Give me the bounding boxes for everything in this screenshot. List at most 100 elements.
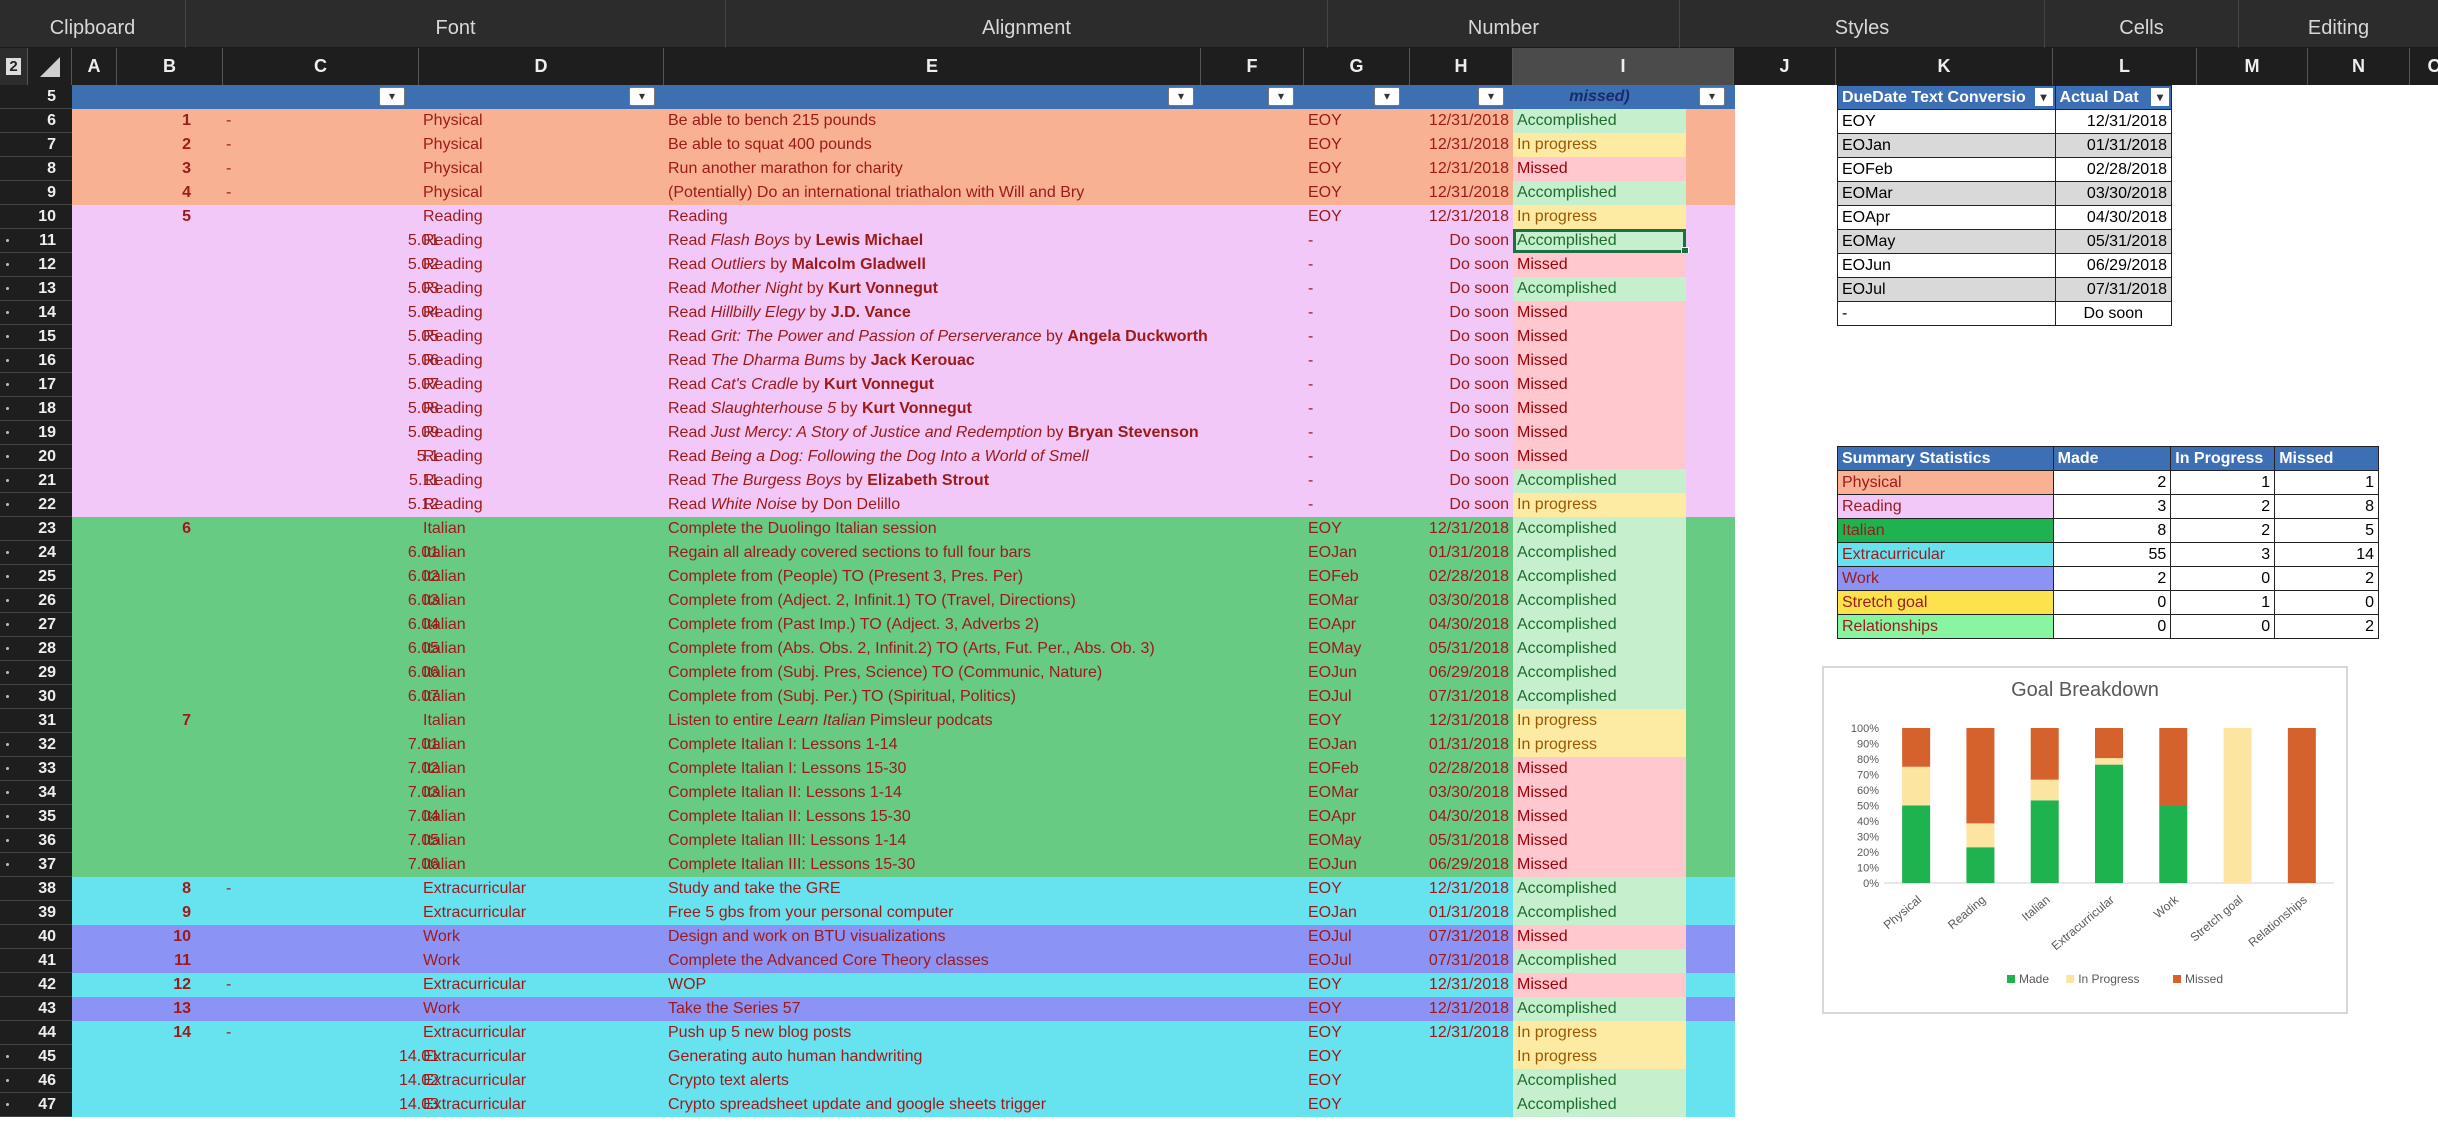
due-date-cell[interactable]: Do soon xyxy=(1410,349,1513,373)
column-header-i[interactable]: I xyxy=(1513,48,1734,85)
duedate-cell[interactable]: 01/31/2018 xyxy=(2054,133,2173,158)
row-header[interactable]: 25 xyxy=(0,565,72,589)
goal-number-cell[interactable]: 12 xyxy=(117,973,195,997)
goal-number-cell[interactable] xyxy=(117,829,195,853)
goal-description-cell[interactable]: Read Slaughterhouse 5 by Kurt Vonnegut xyxy=(664,397,1304,421)
status-cell[interactable]: Missed xyxy=(1513,397,1686,421)
row-header[interactable]: 21 xyxy=(0,469,72,493)
goal-number-cell[interactable] xyxy=(117,853,195,877)
select-all-corner[interactable] xyxy=(28,48,72,85)
row-header[interactable]: 15 xyxy=(0,325,72,349)
row-header[interactable]: 36 xyxy=(0,829,72,853)
due-code-cell[interactable]: EOY xyxy=(1304,157,1410,181)
row-header[interactable]: 45 xyxy=(0,1045,72,1069)
goal-description-cell[interactable]: Design and work on BTU visualizations xyxy=(664,925,1304,949)
due-date-cell[interactable]: 06/29/2018 xyxy=(1410,661,1513,685)
category-cell[interactable]: Extracurricular xyxy=(419,1045,664,1069)
goal-description-cell[interactable]: Read The Burgess Boys by Elizabeth Strou… xyxy=(664,469,1304,493)
goal-number-cell[interactable]: 10 xyxy=(117,925,195,949)
row-header[interactable]: 7 xyxy=(0,133,72,157)
summary-header-cell[interactable]: Summary Statistics xyxy=(1837,446,2054,471)
row-header[interactable]: 8 xyxy=(0,157,72,181)
goal-description-cell[interactable]: Be able to squat 400 pounds xyxy=(664,133,1304,157)
goal-number-cell[interactable] xyxy=(117,229,195,253)
goal-number-cell[interactable] xyxy=(117,613,195,637)
due-code-cell[interactable]: EOApr xyxy=(1304,805,1410,829)
duedate-cell[interactable]: 05/31/2018 xyxy=(2054,229,2173,254)
goal-description-cell[interactable]: Read Being a Dog: Following the Dog Into… xyxy=(664,445,1304,469)
goal-number-cell[interactable] xyxy=(117,421,195,445)
goal-number-cell[interactable] xyxy=(117,1069,195,1093)
goal-description-cell[interactable]: Free 5 gbs from your personal computer xyxy=(664,901,1304,925)
category-cell[interactable]: Italian xyxy=(419,613,664,637)
subgoal-number-cell[interactable] xyxy=(223,949,443,973)
filter-dropdown-icon[interactable]: ▾ xyxy=(1168,87,1194,106)
column-header-c[interactable]: C xyxy=(223,48,419,85)
goal-description-cell[interactable]: Complete from (Subj. Pres, Science) TO (… xyxy=(664,661,1304,685)
filter-dropdown-icon[interactable]: ▾ xyxy=(1478,87,1504,106)
due-code-cell[interactable]: - xyxy=(1304,445,1410,469)
due-date-cell[interactable] xyxy=(1410,1045,1513,1069)
category-cell[interactable]: Italian xyxy=(419,829,664,853)
subgoal-number-cell[interactable]: 7.06 xyxy=(223,853,443,877)
subgoal-number-cell[interactable] xyxy=(223,1021,443,1045)
status-cell[interactable]: Accomplished xyxy=(1513,517,1686,541)
category-cell[interactable]: Reading xyxy=(419,469,664,493)
due-date-cell[interactable]: 05/31/2018 xyxy=(1410,637,1513,661)
status-cell[interactable]: In progress xyxy=(1513,133,1686,157)
summary-value-cell[interactable]: 2 xyxy=(2052,566,2172,591)
row-header[interactable]: 16 xyxy=(0,349,72,373)
category-cell[interactable]: Physical xyxy=(419,133,664,157)
goal-description-cell[interactable]: Complete Italian I: Lessons 1-14 xyxy=(664,733,1304,757)
goal-number-cell[interactable] xyxy=(117,805,195,829)
subgoal-number-cell[interactable]: 5.03 xyxy=(223,277,443,301)
due-date-cell[interactable]: 01/31/2018 xyxy=(1410,901,1513,925)
summary-value-cell[interactable]: 0 xyxy=(2052,590,2172,615)
due-code-cell[interactable]: EOJun xyxy=(1304,661,1410,685)
goal-description-cell[interactable]: Be able to bench 215 pounds xyxy=(664,109,1304,133)
subgoal-number-cell[interactable]: 14.01 xyxy=(223,1045,443,1069)
subgoal-number-cell[interactable]: 7.01 xyxy=(223,733,443,757)
summary-label-cell[interactable]: Reading xyxy=(1837,494,2054,519)
duedate-header-cell[interactable]: Actual Dat ▾ xyxy=(2054,85,2173,110)
due-date-cell[interactable]: 12/31/2018 xyxy=(1410,877,1513,901)
subgoal-number-cell[interactable]: 7.03 xyxy=(223,781,443,805)
subgoal-number-cell[interactable]: 7.05 xyxy=(223,829,443,853)
subgoal-number-cell[interactable]: 6.01 xyxy=(223,541,443,565)
due-date-cell[interactable]: 07/31/2018 xyxy=(1410,925,1513,949)
duedate-cell[interactable]: 06/29/2018 xyxy=(2054,253,2173,278)
due-date-cell[interactable]: 12/31/2018 xyxy=(1410,517,1513,541)
goal-description-cell[interactable]: Read Hillbilly Elegy by J.D. Vance xyxy=(664,301,1304,325)
goal-description-cell[interactable]: Study and take the GRE xyxy=(664,877,1304,901)
status-cell[interactable]: Accomplished xyxy=(1513,685,1686,709)
filter-dropdown-icon[interactable]: ▾ xyxy=(2151,88,2169,106)
duedate-cell[interactable]: - xyxy=(1837,301,2056,326)
row-header[interactable]: 31 xyxy=(0,709,72,733)
row-header[interactable]: 5 xyxy=(0,85,72,109)
summary-header-cell[interactable]: Made xyxy=(2052,446,2172,471)
goal-description-cell[interactable]: Complete Italian II: Lessons 15-30 xyxy=(664,805,1304,829)
due-code-cell[interactable]: - xyxy=(1304,277,1410,301)
due-code-cell[interactable]: - xyxy=(1304,421,1410,445)
goal-number-cell[interactable] xyxy=(117,373,195,397)
column-header-k[interactable]: K xyxy=(1836,48,2053,85)
category-cell[interactable]: Italian xyxy=(419,637,664,661)
status-cell[interactable]: Accomplished xyxy=(1513,541,1686,565)
row-header[interactable]: 23 xyxy=(0,517,72,541)
subgoal-number-cell[interactable] xyxy=(223,973,443,997)
row-header[interactable]: 43 xyxy=(0,997,72,1021)
column-header-b[interactable]: B xyxy=(117,48,223,85)
row-header[interactable]: 46 xyxy=(0,1069,72,1093)
due-code-cell[interactable]: - xyxy=(1304,253,1410,277)
summary-label-cell[interactable]: Stretch goal xyxy=(1837,590,2054,615)
goal-number-cell[interactable]: 4 xyxy=(117,181,195,205)
goal-number-cell[interactable] xyxy=(117,493,195,517)
duedate-cell[interactable]: EOFeb xyxy=(1837,157,2056,182)
subgoal-number-cell[interactable]: 6.03 xyxy=(223,589,443,613)
subgoal-number-cell[interactable]: 7.04 xyxy=(223,805,443,829)
due-code-cell[interactable]: - xyxy=(1304,229,1410,253)
row-header[interactable]: 44 xyxy=(0,1021,72,1045)
subgoal-number-cell[interactable] xyxy=(223,133,443,157)
summary-label-cell[interactable]: Physical xyxy=(1837,470,2054,495)
goal-description-cell[interactable]: Read Grit: The Power and Passion of Pers… xyxy=(664,325,1304,349)
